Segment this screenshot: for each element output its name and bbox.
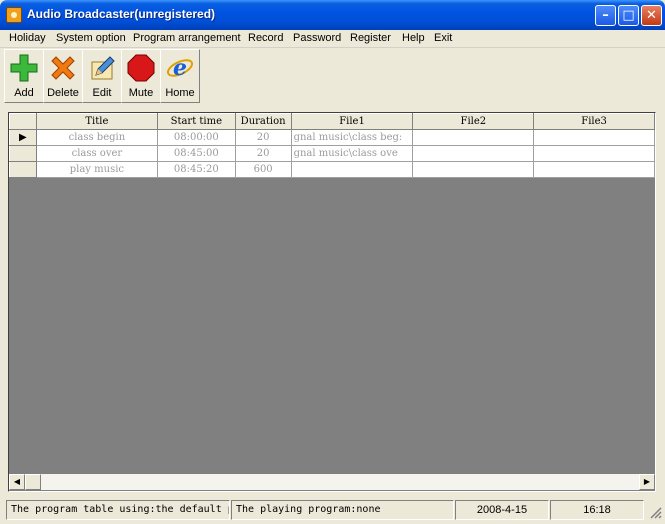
menu-password[interactable]: Password [293,32,341,44]
home-label: Home [165,87,195,99]
horizontal-scrollbar[interactable]: ◀ ▶ [9,474,655,490]
edit-button[interactable]: Edit [82,49,122,103]
table-row[interactable]: ▶ class begin 08:00:00 20 gnal music\cla… [9,129,655,146]
col-header-file2[interactable]: File2 [412,113,535,130]
cell-title[interactable]: play music [35,161,158,178]
maximize-icon: □ [622,8,635,23]
cell-title[interactable]: class over [35,145,158,162]
menu-record[interactable]: Record [248,32,283,44]
col-header-duration[interactable]: Duration [234,113,292,130]
status-playing: The playing program:none [231,500,454,520]
add-icon [10,54,38,82]
status-date: 2008-4-15 [455,500,549,520]
cell-file1[interactable] [290,161,414,178]
menu-help[interactable]: Help [402,32,425,44]
scrollbar-thumb[interactable] [25,474,41,490]
home-button[interactable]: e Home [160,49,200,103]
cell-file3[interactable] [533,161,655,178]
cell-file2[interactable] [412,161,535,178]
cell-file3[interactable] [533,129,655,146]
menu-holiday[interactable]: Holiday [9,32,46,44]
cell-title[interactable]: class begin [35,129,158,146]
toolbar: Add Delete Edit Mute e Home [4,49,665,103]
maximize-button[interactable]: □ [618,5,639,26]
delete-label: Delete [47,87,79,99]
minimize-icon: – [602,8,609,23]
scroll-right-button[interactable]: ▶ [639,474,655,490]
header-corner [9,113,37,130]
row-indicator[interactable] [9,145,37,162]
arrow-right-icon: ▶ [643,477,651,486]
edit-label: Edit [92,87,112,99]
edit-icon [91,56,115,80]
menu-exit[interactable]: Exit [434,32,452,44]
svg-text:e: e [173,55,187,81]
table-row[interactable]: class over 08:45:00 20 gnal music\class … [9,145,655,162]
minimize-button[interactable]: – [595,5,616,26]
current-row-arrow-icon: ▶ [19,132,27,143]
delete-button[interactable]: Delete [43,49,83,103]
cell-start-time[interactable]: 08:00:00 [156,129,236,146]
cell-file2[interactable] [412,129,535,146]
window-title: Audio Broadcaster(unregistered) [27,7,216,21]
table-row[interactable]: play music 08:45:20 600 [9,161,655,178]
col-header-title[interactable]: Title [35,113,158,130]
cell-duration[interactable]: 20 [234,129,292,146]
status-bar: The program table using:the default p Th… [0,497,665,524]
close-button[interactable]: ✕ [641,5,662,26]
row-indicator[interactable]: ▶ [9,129,37,146]
col-header-start-time[interactable]: Start time [156,113,236,130]
add-label: Add [14,87,34,99]
mute-button[interactable]: Mute [121,49,161,103]
close-icon: ✕ [646,8,657,23]
status-program-table: The program table using:the default p [6,500,230,520]
menu-register[interactable]: Register [350,32,391,44]
menu-program-arrangement[interactable]: Program arrangement [133,32,241,44]
title-bar[interactable]: Audio Broadcaster(unregistered) – □ ✕ [0,0,665,30]
scroll-left-button[interactable]: ◀ [9,474,25,490]
add-button[interactable]: Add [4,49,44,103]
cell-duration[interactable]: 20 [234,145,292,162]
program-table: Title Start time Duration File1 File2 Fi… [9,113,655,178]
cell-start-time[interactable]: 08:45:20 [156,161,236,178]
menu-bar: Holiday System option Program arrangemen… [0,30,665,48]
mute-icon [127,54,155,82]
status-time: 16:18 [550,500,644,520]
cell-file1[interactable]: gnal music\class beg: [290,129,414,146]
program-grid[interactable]: Title Start time Duration File1 File2 Fi… [8,112,656,492]
col-header-file1[interactable]: File1 [290,113,414,130]
row-indicator[interactable] [9,161,37,178]
arrow-left-icon: ◀ [13,477,21,486]
header-row: Title Start time Duration File1 File2 Fi… [9,113,655,130]
col-header-file3[interactable]: File3 [533,113,655,130]
mute-label: Mute [128,87,154,99]
cell-file3[interactable] [533,145,655,162]
cell-start-time[interactable]: 08:45:00 [156,145,236,162]
cell-file1[interactable]: gnal music\class ove [290,145,414,162]
ie-home-icon: e [166,55,194,81]
app-icon[interactable] [6,7,22,23]
delete-icon [51,56,75,80]
cell-duration[interactable]: 600 [234,161,292,178]
cell-file2[interactable] [412,145,535,162]
menu-system-option[interactable]: System option [56,32,126,44]
resize-grip-icon[interactable] [650,507,662,519]
